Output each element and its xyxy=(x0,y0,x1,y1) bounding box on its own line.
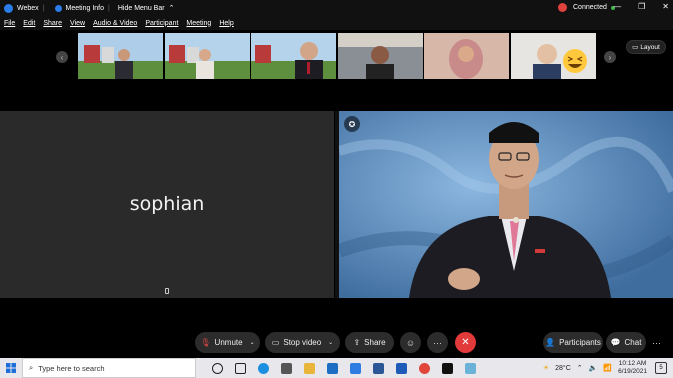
chevron-down-icon[interactable]: ⌄ xyxy=(250,339,255,346)
stop-video-button[interactable]: ▭ Stop video ⌄ xyxy=(265,332,340,353)
overflow-menu-button[interactable]: ··· xyxy=(646,332,667,353)
chevron-up-icon[interactable]: ⌃ xyxy=(169,4,175,12)
search-icon: ⌕ xyxy=(29,363,34,372)
participant-video-tile[interactable] xyxy=(338,33,423,79)
chat-button[interactable]: 💬 Chat xyxy=(606,332,646,353)
clock-date: 6/19/2021 xyxy=(618,368,647,375)
chat-bubble-icon: 💬 xyxy=(610,338,621,347)
unmute-button[interactable]: 🎙 Unmute ⌄ xyxy=(195,332,260,353)
taskbar-search-box[interactable]: ⌕ Type here to search xyxy=(22,358,196,378)
app-title: Webex xyxy=(17,4,39,12)
smiley-icon: ☺ xyxy=(405,337,416,348)
window-controls: — ❐ ✕ xyxy=(609,2,669,11)
menu-view[interactable]: View xyxy=(70,20,85,27)
chrome-icon[interactable] xyxy=(419,362,430,374)
active-speaker-video[interactable]: ✪ xyxy=(339,111,673,298)
meeting-info-button[interactable]: Meeting Info xyxy=(66,5,105,12)
close-icon: ✕ xyxy=(461,337,470,348)
system-tray: ☀ 28°C ⌃ 🔈 📶 10:12 AM 6/19/2021 xyxy=(543,358,647,378)
app-icon[interactable] xyxy=(350,362,361,374)
participant-video-tile[interactable] xyxy=(424,33,509,79)
menu-bar: File Edit Share View Audio & Video Parti… xyxy=(0,16,673,30)
menu-participant[interactable]: Participant xyxy=(145,20,178,27)
search-placeholder: Type here to search xyxy=(38,363,105,373)
app-icon[interactable] xyxy=(465,362,476,374)
meeting-info-icon[interactable] xyxy=(54,4,62,12)
layout-button[interactable]: ▭ Layout xyxy=(626,40,666,54)
muted-mic-icon: 🎙 xyxy=(200,338,211,347)
connection-status: Connected xyxy=(558,3,615,12)
cortana-icon[interactable] xyxy=(212,362,223,374)
phone-icon xyxy=(165,288,169,294)
word-icon[interactable] xyxy=(373,362,384,374)
task-view-icon[interactable] xyxy=(235,362,246,374)
video-feed-image xyxy=(78,33,163,79)
menu-file[interactable]: File xyxy=(4,20,15,27)
menu-edit[interactable]: Edit xyxy=(23,20,35,27)
video-feed-image xyxy=(251,33,336,79)
participant-video-tile[interactable] xyxy=(165,33,250,79)
meeting-controls: 🎙 Unmute ⌄ ▭ Stop video ⌄ ⇪ Share ☺ ··· … xyxy=(0,328,673,356)
chevron-left-icon[interactable]: ‹ xyxy=(56,51,68,63)
recording-icon xyxy=(558,3,567,12)
window-titlebar: Webex | Meeting Info | Hide Menu Bar ⌃ C… xyxy=(0,0,673,16)
outlook-icon[interactable] xyxy=(396,362,407,374)
pin-icon[interactable]: ✪ xyxy=(344,116,360,132)
more-icon: ··· xyxy=(433,337,442,348)
participant-video-tile[interactable] xyxy=(251,33,336,79)
video-camera-icon: ▭ xyxy=(271,338,280,347)
participant-filmstrip: ‹ › xyxy=(0,30,673,82)
webex-taskbar-icon[interactable] xyxy=(442,362,453,374)
participant-name-tile[interactable]: sophian xyxy=(0,111,334,298)
close-button[interactable]: ✕ xyxy=(662,2,669,11)
network-icon[interactable]: 📶 xyxy=(603,364,612,372)
video-feed-image xyxy=(338,33,423,79)
video-feed-image xyxy=(424,33,509,79)
chevron-down-icon[interactable]: ⌄ xyxy=(328,339,333,346)
menu-audio-video[interactable]: Audio & Video xyxy=(93,20,137,27)
restore-button[interactable]: ❐ xyxy=(638,2,645,11)
video-feed-image xyxy=(165,33,250,79)
file-explorer-icon[interactable] xyxy=(304,362,315,374)
windows-logo-icon xyxy=(6,363,16,373)
webex-logo-icon xyxy=(4,3,13,13)
participant-video-tile[interactable] xyxy=(511,33,596,79)
clock-time: 10:12 AM xyxy=(618,360,647,367)
minimize-button[interactable]: — xyxy=(613,2,621,11)
participant-video-tile[interactable] xyxy=(78,33,163,79)
share-icon: ⇪ xyxy=(353,338,361,347)
more-icon: ··· xyxy=(652,337,661,348)
store-icon[interactable] xyxy=(281,362,292,374)
share-button[interactable]: ⇪ Share xyxy=(345,332,394,353)
person-icon: 👤 xyxy=(545,338,556,347)
participant-name: sophian xyxy=(129,193,205,215)
notification-center-icon[interactable]: 5 xyxy=(655,362,667,374)
volume-icon[interactable]: 🔈 xyxy=(589,364,598,372)
video-feed-image xyxy=(511,33,596,79)
layout-grid-icon: ▭ xyxy=(632,44,639,51)
chevron-right-icon[interactable]: › xyxy=(604,51,616,63)
edge-browser-icon[interactable] xyxy=(258,362,269,374)
mail-icon[interactable] xyxy=(327,362,338,374)
chevron-up-icon[interactable]: ⌃ xyxy=(577,364,583,372)
hide-menu-bar-button[interactable]: Hide Menu Bar xyxy=(118,5,165,12)
menu-share[interactable]: Share xyxy=(43,20,62,27)
end-call-button[interactable]: ✕ xyxy=(455,332,476,353)
participants-button[interactable]: 👤 Participants xyxy=(543,332,603,353)
laughing-emoji-icon xyxy=(563,49,587,73)
windows-start-button[interactable] xyxy=(0,358,22,378)
reactions-button[interactable]: ☺ xyxy=(400,332,421,353)
speaker-video-image xyxy=(339,111,673,298)
weather-icon[interactable]: ☀ xyxy=(543,364,549,372)
windows-taskbar: ⌕ Type here to search ☀ 28°C ⌃ 🔈 📶 10:12… xyxy=(0,358,673,378)
temperature[interactable]: 28°C xyxy=(555,365,571,372)
connection-label: Connected xyxy=(573,4,607,11)
more-options-button[interactable]: ··· xyxy=(427,332,448,353)
system-clock[interactable]: 10:12 AM 6/19/2021 xyxy=(618,360,647,376)
menu-meeting[interactable]: Meeting xyxy=(186,20,211,27)
menu-help[interactable]: Help xyxy=(219,20,233,27)
